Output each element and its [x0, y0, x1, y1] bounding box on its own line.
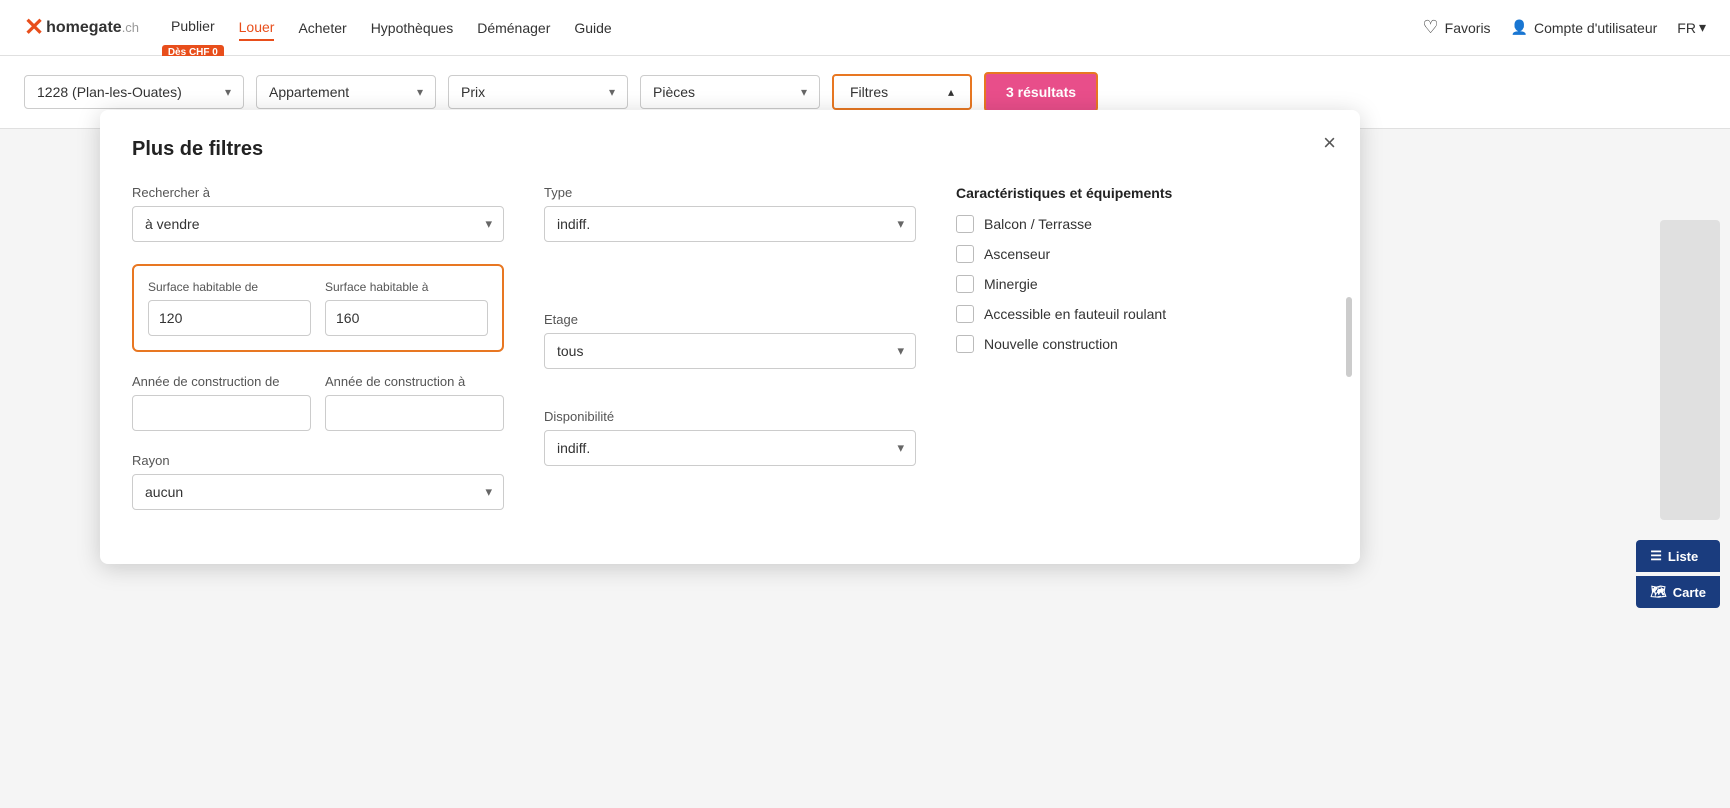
checkbox-nouvelle-construction-label: Nouvelle construction — [984, 336, 1118, 352]
checkbox-nouvelle-construction[interactable]: Nouvelle construction — [956, 335, 1328, 353]
rayon-section: Rayon aucun — [132, 453, 504, 510]
surface-de-input[interactable] — [148, 300, 311, 336]
checkbox-balcon-box[interactable] — [956, 215, 974, 233]
ad-banner — [1660, 220, 1720, 520]
annee-de-section: Année de construction de — [132, 374, 311, 431]
dispo-section: Disponibilité indiff. — [544, 409, 916, 466]
rechercher-dropdown[interactable]: à vendre — [132, 206, 504, 242]
modal-col1: Rechercher à à vendre Surface habitable … — [132, 185, 504, 532]
surface-a-section: Surface habitable à — [325, 280, 488, 336]
caract-section: Caractéristiques et équipements Balcon /… — [956, 185, 1328, 353]
rayon-select[interactable]: aucun — [132, 474, 504, 510]
modal-col2: Type indiff. Etage tous — [544, 185, 916, 532]
annee-de-label: Année de construction de — [132, 374, 311, 389]
checkbox-ascenseur[interactable]: Ascenseur — [956, 245, 1328, 263]
surface-de-label: Surface habitable de — [148, 280, 311, 294]
surface-de-section: Surface habitable de — [148, 280, 311, 336]
checkbox-minergie[interactable]: Minergie — [956, 275, 1328, 293]
type-label: Type — [544, 185, 916, 200]
checkbox-balcon-label: Balcon / Terrasse — [984, 216, 1092, 232]
type-dropdown[interactable]: indiff. — [544, 206, 916, 242]
checkbox-fauteuil[interactable]: Accessible en fauteuil roulant — [956, 305, 1328, 323]
etage-select[interactable]: tous — [544, 333, 916, 369]
surface-a-label: Surface habitable à — [325, 280, 488, 294]
rechercher-select[interactable]: à vendre — [132, 206, 504, 242]
checkbox-fauteuil-box[interactable] — [956, 305, 974, 323]
checkbox-minergie-label: Minergie — [984, 276, 1038, 292]
modal-title: Plus de filtres — [132, 138, 1328, 161]
caract-title: Caractéristiques et équipements — [956, 185, 1328, 201]
dispo-select[interactable]: indiff. — [544, 430, 916, 466]
map-icon: 🗺 — [1650, 584, 1667, 600]
modal-overlay: Plus de filtres × Rechercher à à vendre — [0, 0, 1730, 808]
modal-col3: Caractéristiques et équipements Balcon /… — [956, 185, 1328, 532]
view-toggle: ☰ Liste 🗺 Carte — [1636, 540, 1720, 608]
scrollbar-indicator — [1346, 297, 1352, 377]
rechercher-section: Rechercher à à vendre — [132, 185, 504, 242]
list-view-button[interactable]: ☰ Liste — [1636, 540, 1720, 572]
type-select[interactable]: indiff. — [544, 206, 916, 242]
list-icon: ☰ — [1650, 548, 1662, 564]
rayon-dropdown[interactable]: aucun — [132, 474, 504, 510]
checkbox-ascenseur-box[interactable] — [956, 245, 974, 263]
checkbox-balcon[interactable]: Balcon / Terrasse — [956, 215, 1328, 233]
annee-a-label: Année de construction à — [325, 374, 504, 389]
rayon-label: Rayon — [132, 453, 504, 468]
dispo-label: Disponibilité — [544, 409, 916, 424]
etage-section: Etage tous — [544, 312, 916, 369]
annee-de-input[interactable] — [132, 395, 311, 431]
etage-dropdown[interactable]: tous — [544, 333, 916, 369]
surface-a-input[interactable] — [325, 300, 488, 336]
dispo-dropdown[interactable]: indiff. — [544, 430, 916, 466]
checkbox-nouvelle-construction-box[interactable] — [956, 335, 974, 353]
surface-habitable-group: Surface habitable de Surface habitable à — [132, 264, 504, 352]
checkbox-fauteuil-label: Accessible en fauteuil roulant — [984, 306, 1166, 322]
checkbox-minergie-box[interactable] — [956, 275, 974, 293]
filter-modal: Plus de filtres × Rechercher à à vendre — [100, 110, 1360, 564]
map-view-button[interactable]: 🗺 Carte — [1636, 576, 1720, 608]
rechercher-label: Rechercher à — [132, 185, 504, 200]
etage-label: Etage — [544, 312, 916, 327]
annee-group: Année de construction de Année de constr… — [132, 374, 504, 431]
annee-a-section: Année de construction à — [325, 374, 504, 431]
annee-construction-section: Année de construction de Année de constr… — [132, 374, 504, 431]
modal-close-button[interactable]: × — [1323, 130, 1336, 156]
checkbox-ascenseur-label: Ascenseur — [984, 246, 1050, 262]
type-section: Type indiff. — [544, 185, 916, 242]
annee-a-input[interactable] — [325, 395, 504, 431]
